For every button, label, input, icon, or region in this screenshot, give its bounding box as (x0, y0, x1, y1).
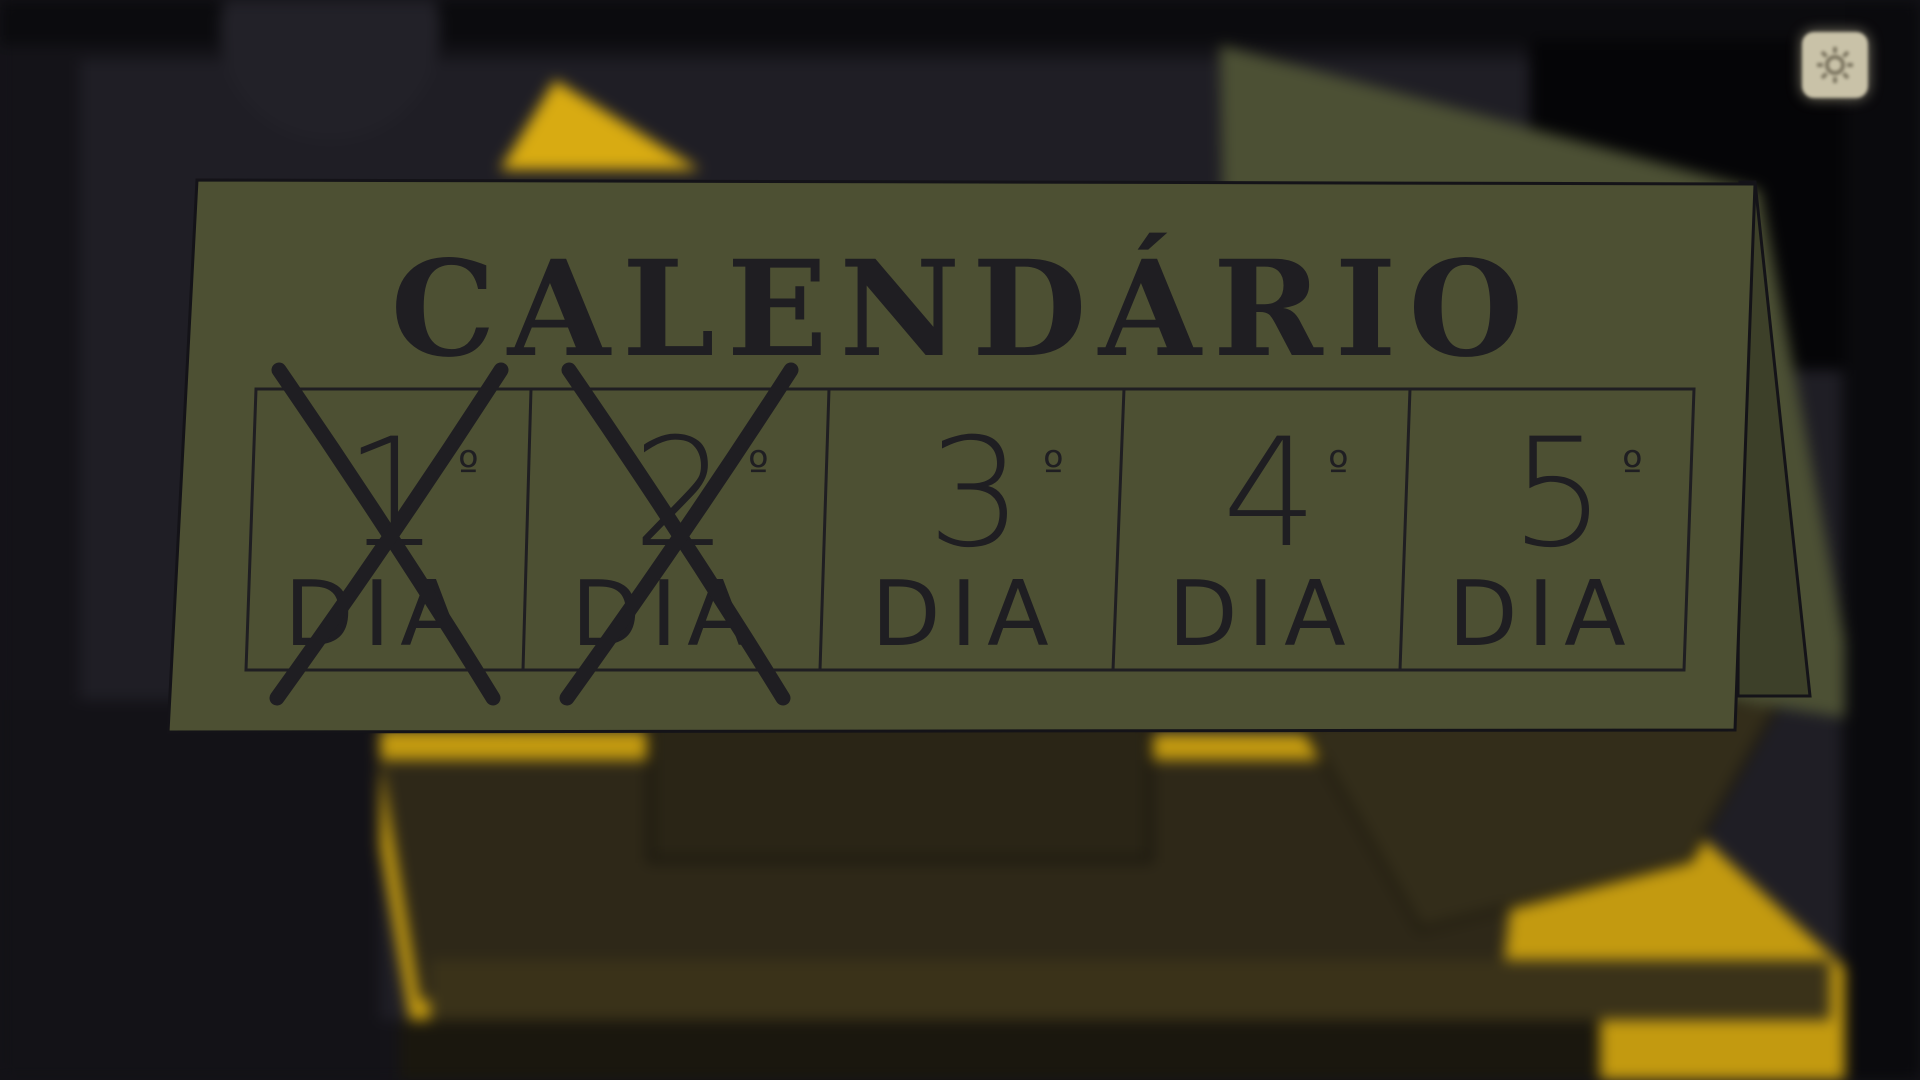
day-number: 4 (1222, 407, 1317, 581)
day-ordinal: º (1622, 442, 1643, 493)
day-ordinal: º (1043, 442, 1064, 493)
day-label: DIA (1168, 562, 1355, 667)
day-ordinal: º (1328, 442, 1349, 493)
day-ordinal: º (458, 442, 479, 493)
day-label: DIA (871, 562, 1058, 667)
day-ordinal: º (748, 442, 769, 493)
day-number: 3 (927, 407, 1022, 581)
calendar-card: CALENDÁRIO 1 º DIA 2 º DIA 3 º DIA 4 º D… (166, 178, 1812, 734)
day-number: 5 (1510, 407, 1605, 581)
game-scene: CALENDÁRIO 1 º DIA 2 º DIA 3 º DIA 4 º D… (0, 0, 1920, 1080)
calendar-title: CALENDÁRIO (391, 231, 1536, 387)
day-label: DIA (1448, 562, 1635, 667)
